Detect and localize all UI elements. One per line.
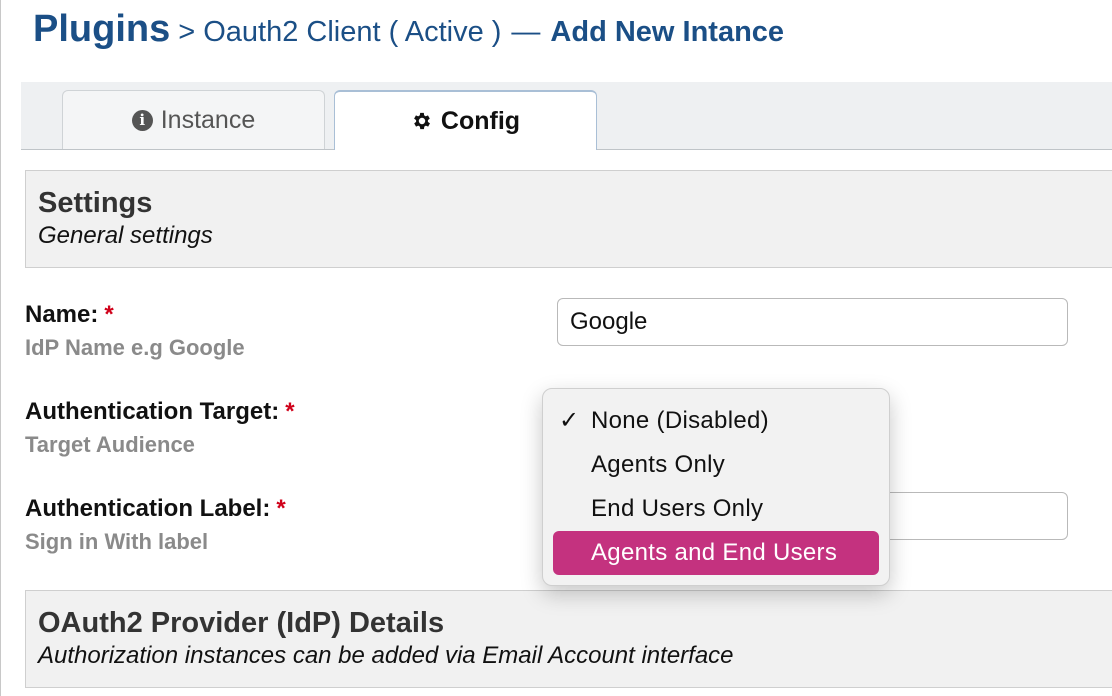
name-field-label: Name: * IdP Name e.g Google [25, 300, 245, 362]
settings-section-header: Settings General settings [25, 170, 1112, 268]
auth-label-field-label: Authentication Label: * Sign in With labe… [25, 494, 286, 556]
dropdown-option-agents-and-end-users[interactable]: Agents and End Users [553, 531, 879, 575]
name-hint: IdP Name e.g Google [25, 335, 245, 360]
settings-subtitle: General settings [38, 222, 213, 249]
dropdown-option-label: Agents Only [591, 451, 726, 478]
info-circle-icon: i [131, 109, 153, 131]
page-left-border [0, 0, 1, 696]
tab-bar: i Instance Config [21, 82, 1112, 150]
auth-target-label: Authentication Target: [25, 398, 280, 425]
dropdown-option-label: End Users Only [591, 495, 764, 522]
name-label: Name: [25, 301, 99, 328]
breadcrumb-plugin: > Oauth2 Client ( Active ) [178, 16, 502, 48]
breadcrumb-separator: — [511, 16, 541, 48]
required-marker: * [276, 495, 286, 522]
tab-instance[interactable]: i Instance [62, 90, 325, 149]
checkmark-icon: ✓ [559, 407, 580, 434]
oauth-title: OAuth2 Provider (IdP) Details [38, 607, 445, 639]
auth-target-hint: Target Audience [25, 432, 195, 457]
settings-title: Settings [38, 187, 153, 219]
dropdown-option-end-users-only[interactable]: End Users Only [553, 487, 879, 531]
page-header: Plugins > Oauth2 Client ( Active ) — Add Ne… [33, 8, 784, 51]
plugins-title-link[interactable]: Plugins [33, 8, 170, 50]
gear-icon [411, 110, 433, 132]
oauth-section-header: OAuth2 Provider (IdP) Details Authorizat… [25, 590, 1112, 688]
auth-label-hint: Sign in With label [25, 529, 209, 554]
oauth-subtitle: Authorization instances can be added via… [38, 642, 734, 669]
auth-label-label: Authentication Label: [25, 495, 271, 522]
dropdown-option-label: None (Disabled) [591, 407, 769, 434]
tab-config-label: Config [440, 106, 521, 135]
required-marker: * [104, 301, 114, 328]
dropdown-option-none[interactable]: ✓ None (Disabled) [553, 399, 879, 443]
name-input[interactable] [557, 298, 1068, 346]
dropdown-option-label: Agents and End Users [591, 539, 838, 566]
auth-target-dropdown-menu: ✓ None (Disabled) Agents Only End Users … [542, 388, 890, 586]
page-title: Add New Intance [550, 16, 785, 48]
required-marker: * [285, 398, 295, 425]
tab-instance-label: Instance [160, 105, 256, 134]
dropdown-option-agents-only[interactable]: Agents Only [553, 443, 879, 487]
auth-target-field-label: Authentication Target: * Target Audience [25, 397, 295, 459]
tab-config[interactable]: Config [334, 90, 597, 150]
